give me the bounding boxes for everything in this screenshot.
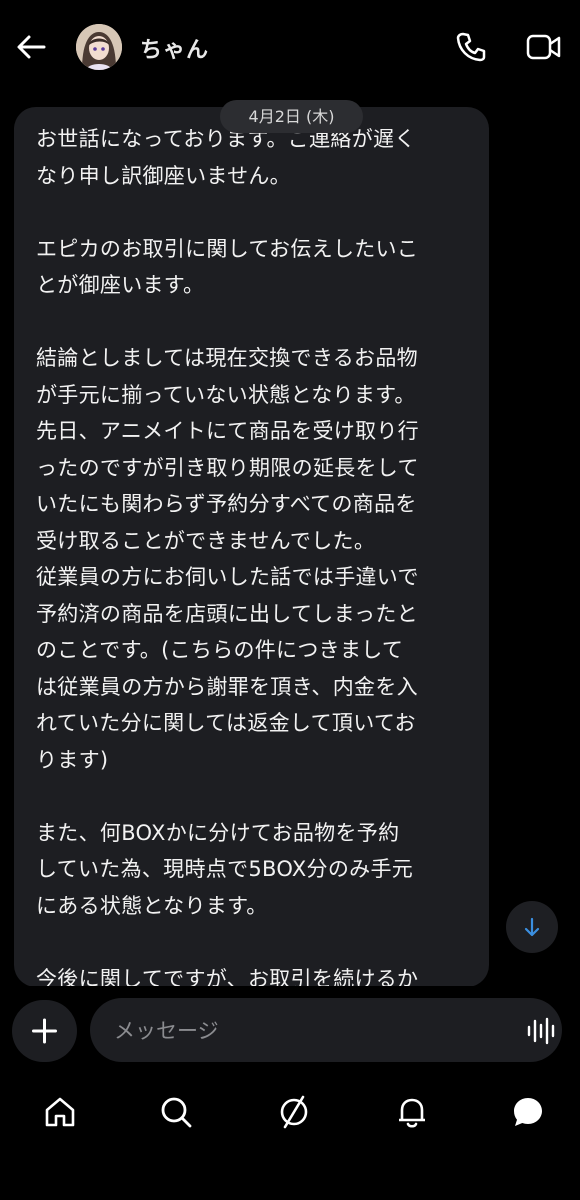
message-bubble[interactable]: お世話になっております。ご連絡が遅く なり申し訳御座いません。 エピカのお取引に… xyxy=(14,107,489,987)
arrow-down-icon xyxy=(524,917,540,937)
notifications-icon[interactable] xyxy=(394,1094,430,1130)
video-camera-icon[interactable] xyxy=(526,32,562,62)
messages-icon[interactable] xyxy=(510,1094,546,1130)
audio-waveform-icon[interactable] xyxy=(526,1016,556,1046)
message-input[interactable]: メッセージ xyxy=(90,998,562,1062)
scroll-to-bottom-button[interactable] xyxy=(506,901,558,953)
conversation-header: ちゃん xyxy=(0,0,580,96)
explore-icon[interactable] xyxy=(276,1094,312,1130)
phone-icon[interactable] xyxy=(454,30,488,64)
contact-name[interactable]: ちゃん xyxy=(140,32,209,64)
home-icon[interactable] xyxy=(42,1094,78,1130)
message-text: お世話になっております。ご連絡が遅く なり申し訳御座いません。 エピカのお取引に… xyxy=(36,127,419,987)
avatar[interactable] xyxy=(76,24,122,70)
arrow-left-icon[interactable] xyxy=(14,30,48,64)
date-separator: 4月2日 (木) xyxy=(220,100,363,133)
plus-icon xyxy=(32,1018,57,1044)
message-input-placeholder: メッセージ xyxy=(114,1019,219,1043)
search-icon[interactable] xyxy=(158,1094,194,1130)
add-attachment-button[interactable] xyxy=(12,1000,77,1062)
